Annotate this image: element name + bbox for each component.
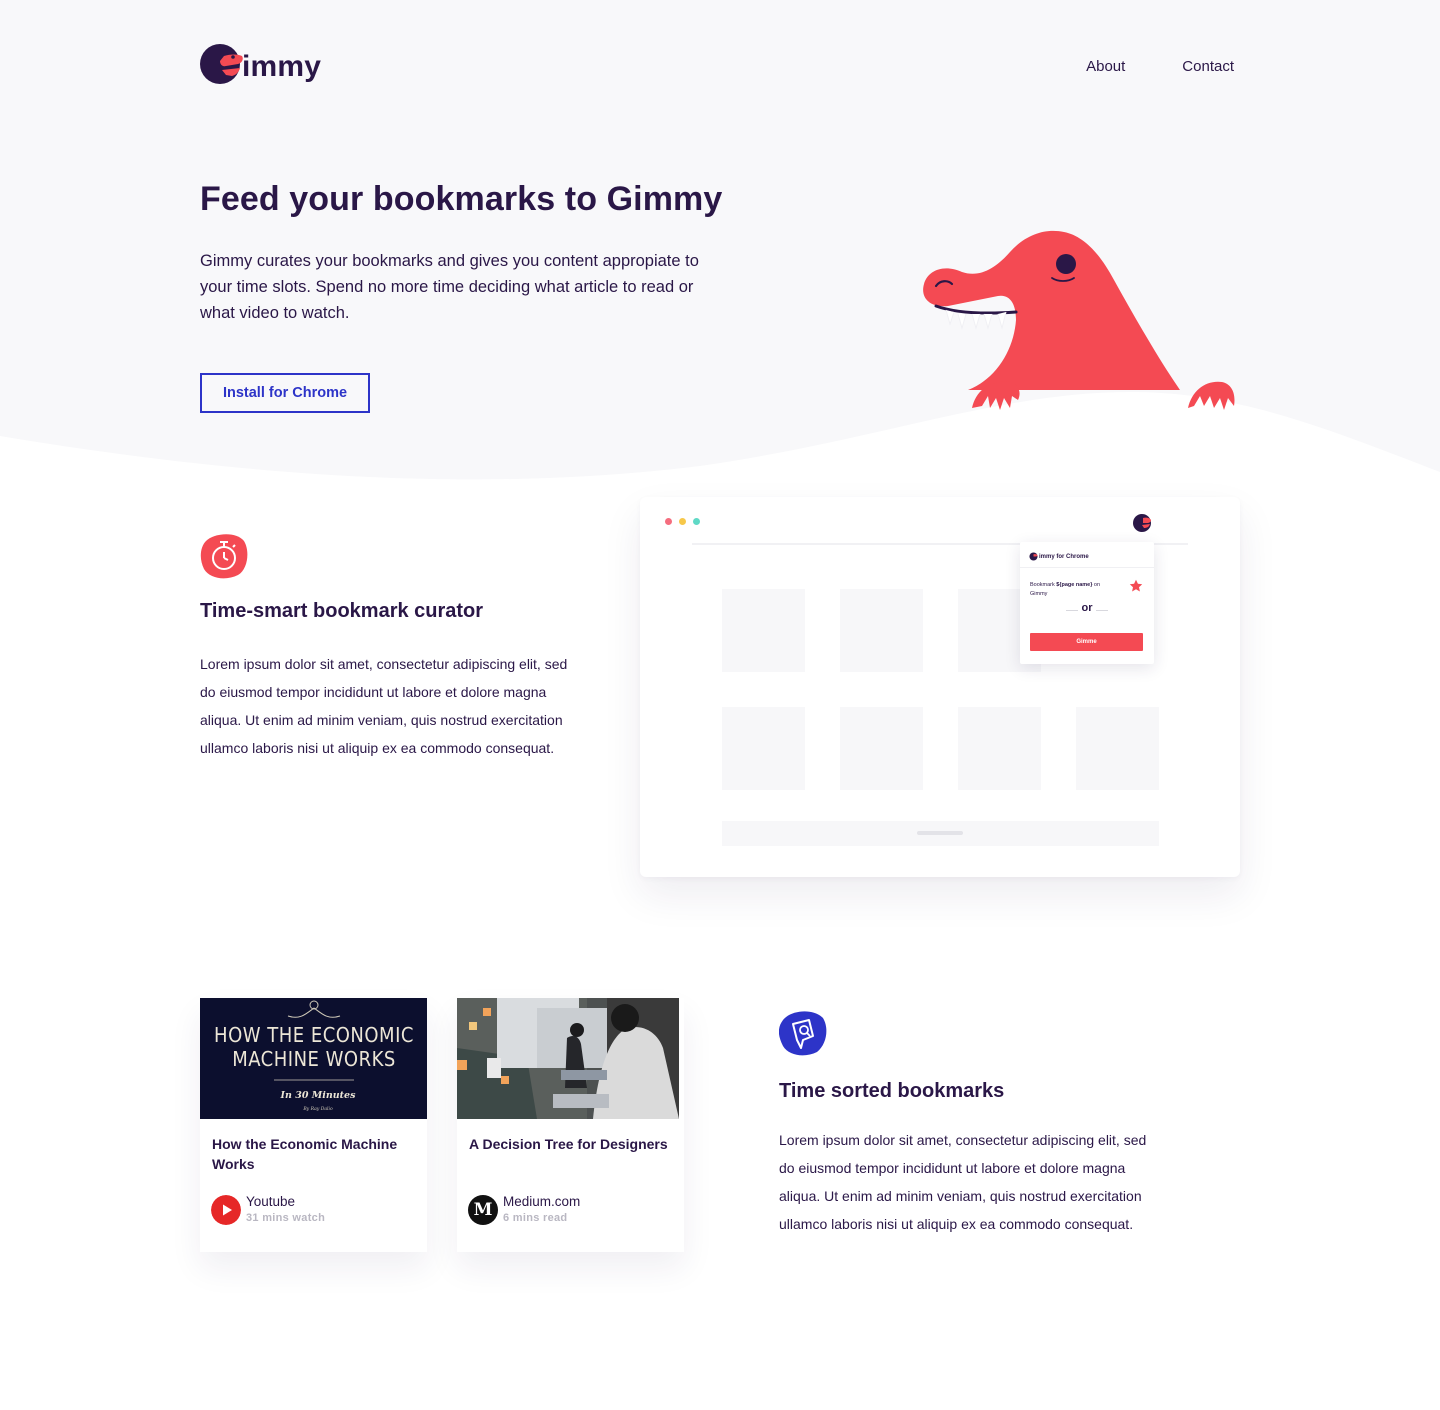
feature-curator-text: Lorem ipsum dolor sit amet, consectetur … — [200, 656, 568, 756]
stopwatch-icon — [200, 534, 248, 579]
popup-or-separator: or — [1020, 602, 1154, 614]
bookmark-tile — [840, 589, 923, 672]
nav-contact-link[interactable]: Contact — [1182, 58, 1234, 75]
card-duration: 31 mins watch — [246, 1212, 326, 1224]
gimmy-extension-icon — [1133, 514, 1151, 532]
bookmark-tile — [840, 707, 923, 790]
card-thumbnail: HOW THE ECONOMIC MACHINE WORKS In 30 Min… — [200, 998, 427, 1119]
bookmark-search-icon — [779, 1011, 827, 1056]
popup-divider — [1020, 567, 1154, 568]
popup-bookmark-text: Bookmark ${page name} on Gimmy — [1030, 582, 1101, 597]
thumb-title-line1: HOW THE ECONOMIC — [214, 1023, 414, 1047]
feature-sorted-title: Time sorted bookmarks — [779, 1080, 1005, 1102]
card-title: How the Economic Machine Works — [212, 1136, 398, 1172]
window-dot-yellow — [679, 518, 686, 525]
window-dot-red — [665, 518, 672, 525]
card-source: Medium.com — [503, 1194, 581, 1209]
thumb-title-line2: MACHINE WORKS — [232, 1047, 396, 1071]
feature-curator-title: Time-smart bookmark curator — [200, 600, 484, 622]
bookmark-tile — [958, 707, 1041, 790]
top-nav: About Contact — [1086, 58, 1234, 75]
youtube-play-icon — [211, 1195, 241, 1225]
browser-footer-bar — [722, 821, 1159, 846]
card-title: A Decision Tree for Designers — [469, 1136, 668, 1152]
thumb-byline: By Ray Dalio — [302, 1106, 333, 1112]
card-thumbnail-photo — [457, 998, 679, 1119]
popup-header: immy for Chrome — [1029, 552, 1089, 561]
hero-title: Feed your bookmarks to Gimmy — [200, 180, 723, 218]
gimmy-g-icon-small — [1029, 552, 1038, 561]
bookmark-card[interactable]: A Decision Tree for Designers M Medium.c… — [457, 998, 684, 1252]
bookmark-tile — [722, 589, 805, 672]
card-source: Youtube — [246, 1194, 296, 1209]
hero-description: Gimmy curates your bookmarks and gives y… — [200, 252, 699, 322]
bookmark-tile — [1076, 707, 1159, 790]
logo-text: immy — [242, 50, 322, 83]
medium-m-icon: M — [468, 1195, 498, 1225]
browser-mockup: immy for Chrome Bookmark ${page name} on… — [640, 497, 1240, 877]
gimmy-alligator-illustration — [923, 230, 1235, 410]
bookmark-tile — [722, 707, 805, 790]
thumb-subtitle: In 30 Minutes — [280, 1090, 357, 1101]
footer-handle — [917, 831, 963, 835]
star-icon[interactable] — [1129, 579, 1143, 593]
gimmy-g-icon — [200, 44, 243, 84]
feature-sorted-text: Lorem ipsum dolor sit amet, consectetur … — [779, 1132, 1147, 1232]
gimme-button[interactable]: Gimme — [1030, 633, 1143, 651]
window-dot-teal — [693, 518, 700, 525]
install-for-chrome-button[interactable]: Install for Chrome — [200, 373, 370, 413]
bookmark-card[interactable]: HOW THE ECONOMIC MACHINE WORKS In 30 Min… — [200, 998, 427, 1252]
card-duration: 6 mins read — [503, 1212, 568, 1224]
extension-popup: immy for Chrome Bookmark ${page name} on… — [1020, 542, 1154, 664]
nav-about-link[interactable]: About — [1086, 58, 1125, 75]
gimmy-logo[interactable]: immy — [200, 38, 321, 86]
popup-brand: immy for Chrome — [1039, 553, 1089, 560]
